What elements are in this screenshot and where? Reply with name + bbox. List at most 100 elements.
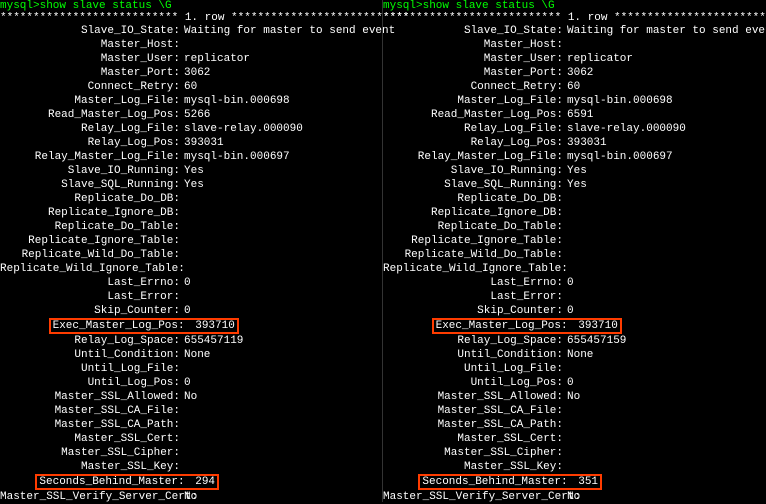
- field-row: Until_Log_Pos:0: [0, 376, 382, 390]
- prompt-line: mysql>show slave status \G: [0, 0, 382, 12]
- field-key: Until_Condition:: [383, 348, 563, 362]
- field-key: Master_Log_File:: [0, 94, 180, 108]
- field-row: Replicate_Do_DB:: [0, 192, 382, 206]
- field-key: Slave_IO_Running:: [0, 164, 180, 178]
- field-value: [180, 433, 184, 445]
- field-value: No: [180, 391, 197, 403]
- highlight-exec-master-log-pos: Exec_Master_Log_Pos: 393710: [49, 318, 239, 334]
- field-value: [180, 39, 264, 51]
- field-key: Master_SSL_Allowed:: [383, 390, 563, 404]
- field-value: [563, 39, 647, 51]
- field-key: Replicate_Do_DB:: [383, 192, 563, 206]
- field-row: Connect_Retry:60: [0, 80, 382, 94]
- field-key: Replicate_Do_Table:: [0, 220, 180, 234]
- field-value: 294: [185, 476, 215, 488]
- field-row: Master_SSL_CA_File:: [0, 404, 382, 418]
- field-row: Master_Log_File:mysql-bin.000698: [0, 94, 382, 108]
- field-row: Read_Master_Log_Pos:6591: [383, 108, 766, 122]
- field-key: Last_Error:: [0, 290, 180, 304]
- field-key: Relay_Master_Log_File:: [0, 150, 180, 164]
- field-value: [180, 447, 184, 459]
- field-value: [180, 263, 184, 275]
- field-row: Relay_Master_Log_File:mysql-bin.000697: [383, 150, 766, 164]
- field-key: Exec_Master_Log_Pos:: [53, 320, 185, 332]
- field-row: Master_Log_File:mysql-bin.000698: [383, 94, 766, 108]
- field-key: Master_SSL_Allowed:: [0, 390, 180, 404]
- field-value: Yes: [563, 179, 587, 191]
- field-row-highlighted: Exec_Master_Log_Pos: 393710: [383, 318, 766, 334]
- field-row: Master_SSL_CA_Path:: [0, 418, 382, 432]
- field-row: Master_Host:: [383, 38, 766, 52]
- field-value: 3062: [563, 67, 593, 79]
- field-value: [563, 291, 567, 303]
- field-key: Last_Errno:: [0, 276, 180, 290]
- field-row: Relay_Log_Space:655457119: [0, 334, 382, 348]
- field-value: [180, 235, 184, 247]
- field-row: Replicate_Do_Table:: [383, 220, 766, 234]
- field-key: Replicate_Do_Table:: [383, 220, 563, 234]
- field-row: Last_Error:: [383, 290, 766, 304]
- field-value: [180, 207, 184, 219]
- field-value: 655457159: [563, 335, 626, 347]
- field-value: slave-relay.000090: [563, 123, 686, 135]
- field-row: Relay_Log_File:slave-relay.000090: [0, 122, 382, 136]
- field-value: [180, 419, 184, 431]
- redacted-value: [567, 39, 647, 49]
- field-value: replicator: [563, 53, 633, 65]
- field-row: Slave_SQL_Running:Yes: [383, 178, 766, 192]
- field-key: Master_Log_File:: [383, 94, 563, 108]
- field-key: Relay_Log_Space:: [383, 334, 563, 348]
- field-key: Relay_Log_File:: [383, 122, 563, 136]
- field-value: [180, 193, 184, 205]
- field-row: Slave_IO_State:Waiting for master to sen…: [0, 24, 382, 38]
- field-value: 655457119: [180, 335, 243, 347]
- field-row: Replicate_Ignore_Table:: [0, 234, 382, 248]
- field-row: Replicate_Wild_Do_Table:: [0, 248, 382, 262]
- field-row: Until_Log_File:: [0, 362, 382, 376]
- field-row: Master_SSL_CA_File:: [383, 404, 766, 418]
- field-row: Last_Errno:0: [383, 276, 766, 290]
- field-value: 3062: [180, 67, 210, 79]
- field-key: Replicate_Wild_Ignore_Table:: [0, 262, 180, 276]
- field-value: [563, 461, 567, 473]
- field-key: Read_Master_Log_Pos:: [0, 108, 180, 122]
- field-key: Relay_Log_Space:: [0, 334, 180, 348]
- field-list-right: Slave_IO_State:Waiting for master to sen…: [383, 24, 766, 504]
- field-value: 0: [563, 277, 574, 289]
- field-value: mysql-bin.000697: [563, 151, 673, 163]
- field-row: Replicate_Ignore_Table:: [383, 234, 766, 248]
- field-value: Yes: [180, 165, 204, 177]
- field-value: 0: [180, 277, 191, 289]
- field-key: Master_SSL_Key:: [0, 460, 180, 474]
- highlight-exec-master-log-pos: Exec_Master_Log_Pos: 393710: [432, 318, 622, 334]
- mysql-prompt: mysql>: [383, 0, 423, 12]
- field-key: Skip_Counter:: [383, 304, 563, 318]
- field-key: Replicate_Ignore_Table:: [383, 234, 563, 248]
- field-value: [563, 363, 567, 375]
- field-row: Last_Errno:0: [0, 276, 382, 290]
- field-value: 351: [568, 476, 598, 488]
- field-row-highlighted: Seconds_Behind_Master: 351: [383, 474, 766, 490]
- command-text: show slave status \G: [423, 0, 555, 12]
- field-key: Seconds_Behind_Master:: [422, 476, 567, 488]
- field-key: Slave_SQL_Running:: [0, 178, 180, 192]
- field-value: 0: [563, 377, 574, 389]
- field-key: Exec_Master_Log_Pos:: [436, 320, 568, 332]
- field-value: [180, 363, 184, 375]
- field-key: Until_Log_Pos:: [383, 376, 563, 390]
- field-value: slave-relay.000090: [180, 123, 303, 135]
- field-row: Master_SSL_Cert:: [383, 432, 766, 446]
- field-key: Slave_IO_State:: [0, 24, 180, 38]
- field-row: Until_Log_Pos:0: [383, 376, 766, 390]
- field-key: Connect_Retry:: [0, 80, 180, 94]
- field-key: Master_SSL_Cipher:: [0, 446, 180, 460]
- field-row: Slave_SQL_Running:Yes: [0, 178, 382, 192]
- field-row: Relay_Log_Pos:393031: [0, 136, 382, 150]
- field-row: Connect_Retry:60: [383, 80, 766, 94]
- field-key: Last_Errno:: [383, 276, 563, 290]
- field-value: [563, 221, 567, 233]
- field-row: Master_Port:3062: [0, 66, 382, 80]
- field-value: 5266: [180, 109, 210, 121]
- field-key: Master_SSL_CA_File:: [383, 404, 563, 418]
- field-key: Master_Port:: [383, 66, 563, 80]
